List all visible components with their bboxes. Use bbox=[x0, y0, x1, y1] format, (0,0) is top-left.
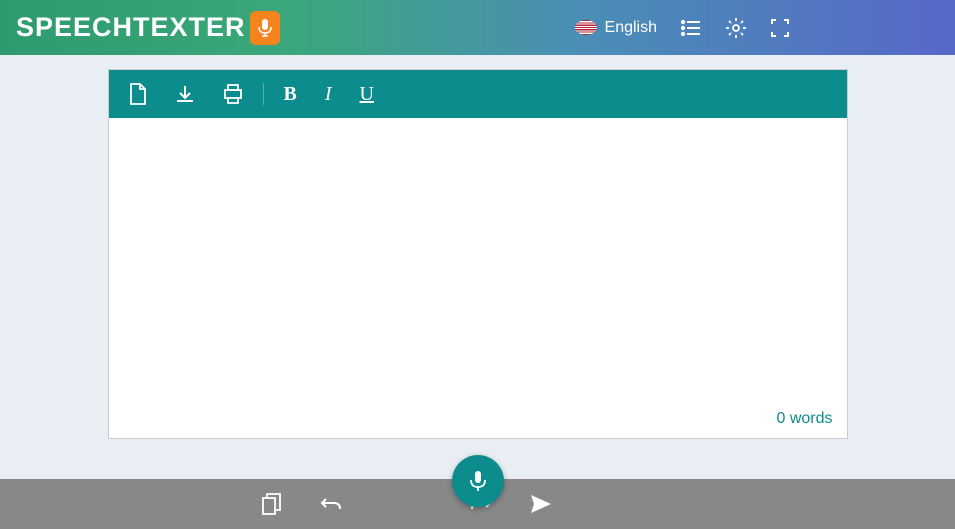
italic-button[interactable]: I bbox=[325, 83, 332, 106]
fullscreen-icon[interactable] bbox=[771, 19, 789, 37]
new-document-icon[interactable] bbox=[129, 83, 147, 105]
main-content: B I U 0 words bbox=[0, 55, 955, 439]
gear-icon[interactable] bbox=[725, 17, 747, 39]
list-icon[interactable] bbox=[681, 20, 701, 36]
logo[interactable]: SPEECHTEXTER bbox=[16, 11, 280, 45]
logo-text: SPEECHTEXTER bbox=[16, 12, 246, 43]
header-controls: English bbox=[575, 17, 789, 39]
copy-icon[interactable] bbox=[262, 493, 282, 515]
flag-icon bbox=[575, 20, 597, 35]
text-editor[interactable]: 0 words bbox=[109, 118, 847, 438]
word-count: 0 words bbox=[776, 410, 832, 428]
download-icon[interactable] bbox=[175, 84, 195, 104]
language-label: English bbox=[605, 19, 657, 37]
underline-button[interactable]: U bbox=[360, 83, 374, 106]
toolbar-divider bbox=[263, 83, 264, 105]
send-icon[interactable] bbox=[530, 494, 552, 514]
microphone-button[interactable] bbox=[452, 455, 504, 507]
logo-mic-icon bbox=[250, 11, 280, 45]
language-selector[interactable]: English bbox=[575, 19, 657, 37]
print-icon[interactable] bbox=[223, 84, 243, 104]
undo-icon[interactable] bbox=[320, 493, 342, 515]
app-header: SPEECHTEXTER English bbox=[0, 0, 955, 55]
editor-toolbar: B I U bbox=[109, 70, 847, 118]
bold-button[interactable]: B bbox=[284, 83, 297, 106]
editor-container: B I U 0 words bbox=[108, 69, 848, 439]
